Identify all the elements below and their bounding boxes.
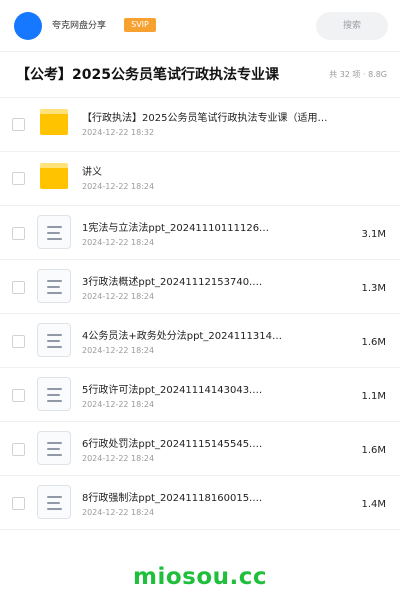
- select-checkbox[interactable]: [12, 118, 25, 131]
- list-item[interactable]: 1宪法与立法法ppt_20241110111126… 2024-12-22 18…: [0, 206, 400, 260]
- item-name: 3行政法概述ppt_20241112153740.…: [82, 277, 263, 288]
- share-meta: 共 32 项 · 8.8G: [329, 70, 387, 79]
- item-date: 2024-12-22 18:24: [82, 508, 155, 517]
- select-checkbox[interactable]: [12, 389, 25, 402]
- list-item[interactable]: 讲义 2024-12-22 18:24: [0, 152, 400, 206]
- document-icon: [37, 377, 71, 411]
- select-checkbox[interactable]: [12, 335, 25, 348]
- select-checkbox[interactable]: [12, 172, 25, 185]
- svip-badge: SVIP: [124, 18, 156, 32]
- item-date: 2024-12-22 18:24: [82, 238, 155, 247]
- item-date: 2024-12-22 18:24: [82, 400, 155, 409]
- item-name: 讲义: [82, 167, 102, 178]
- item-date: 2024-12-22 18:24: [82, 182, 155, 191]
- item-name: 1宪法与立法法ppt_20241110111126…: [82, 223, 270, 234]
- document-icon: [37, 485, 71, 519]
- share-header: 夸克网盘分享 SVIP 搜索: [0, 0, 400, 52]
- item-name: 4公务员法+政务处分法ppt_2024111314…: [82, 331, 282, 342]
- list-item[interactable]: 5行政许可法ppt_20241114143043.… 2024-12-22 18…: [0, 368, 400, 422]
- item-size: 1.6M: [361, 445, 386, 456]
- share-owner-name: 夸克网盘分享: [52, 21, 107, 31]
- item-date: 2024-12-22 18:32: [82, 128, 155, 137]
- item-name: 8行政强制法ppt_20241118160015.…: [82, 493, 263, 504]
- select-checkbox[interactable]: [12, 443, 25, 456]
- item-date: 2024-12-22 18:24: [82, 454, 155, 463]
- item-date: 2024-12-22 18:24: [82, 346, 155, 355]
- search-input[interactable]: 搜索: [316, 12, 388, 40]
- page-title: 【公考】2025公务员笔试行政执法专业课: [16, 67, 279, 83]
- item-size: 1.6M: [361, 337, 386, 348]
- share-title-bar: 【公考】2025公务员笔试行政执法专业课 共 32 项 · 8.8G: [0, 52, 400, 98]
- avatar[interactable]: [14, 12, 42, 40]
- item-size: 1.3M: [361, 283, 386, 294]
- item-date: 2024-12-22 18:24: [82, 292, 155, 301]
- item-size: 1.1M: [361, 391, 386, 402]
- select-checkbox[interactable]: [12, 497, 25, 510]
- list-item[interactable]: 6行政处罚法ppt_20241115145545.… 2024-12-22 18…: [0, 422, 400, 476]
- list-item[interactable]: 8行政强制法ppt_20241118160015.… 2024-12-22 18…: [0, 476, 400, 530]
- select-checkbox[interactable]: [12, 281, 25, 294]
- folder-icon: [40, 109, 68, 135]
- item-size: 3.1M: [361, 229, 386, 240]
- document-icon: [37, 323, 71, 357]
- select-checkbox[interactable]: [12, 227, 25, 240]
- document-icon: [37, 431, 71, 465]
- item-name: 6行政处罚法ppt_20241115145545.…: [82, 439, 263, 450]
- file-list: 【行政执法】2025公务员笔试行政执法专业课（适用… 2024-12-22 18…: [0, 98, 400, 530]
- list-item[interactable]: 4公务员法+政务处分法ppt_2024111314… 2024-12-22 18…: [0, 314, 400, 368]
- document-icon: [37, 269, 71, 303]
- item-name: 【行政执法】2025公务员笔试行政执法专业课（适用…: [82, 113, 328, 124]
- document-icon: [37, 215, 71, 249]
- item-name: 5行政许可法ppt_20241114143043.…: [82, 385, 263, 396]
- list-item[interactable]: 【行政执法】2025公务员笔试行政执法专业课（适用… 2024-12-22 18…: [0, 98, 400, 152]
- folder-icon: [40, 163, 68, 189]
- watermark: miosou.cc: [132, 564, 268, 590]
- item-size: 1.4M: [361, 499, 386, 510]
- list-item[interactable]: 3行政法概述ppt_20241112153740.… 2024-12-22 18…: [0, 260, 400, 314]
